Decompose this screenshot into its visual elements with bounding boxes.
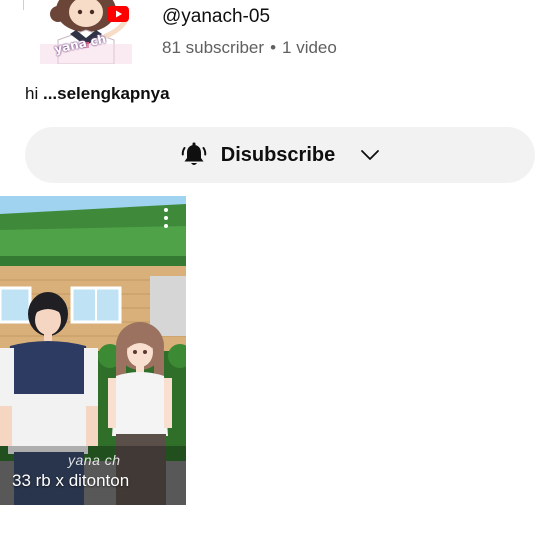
divider bbox=[23, 0, 24, 10]
youtube-logo-icon bbox=[107, 6, 129, 22]
channel-meta: 81 subscriber • 1 video bbox=[162, 38, 337, 58]
video-thumbnail-card[interactable]: yana ch 33 rb x ditonton bbox=[0, 196, 186, 505]
chevron-down-icon bbox=[359, 144, 381, 166]
channel-handle[interactable]: @yanach-05 bbox=[162, 6, 270, 28]
show-more-link[interactable]: ...selengkapnya bbox=[43, 84, 170, 103]
channel-header: yana ch @yanach-05 81 subscriber • 1 video bbox=[0, 0, 560, 72]
video-count: 1 video bbox=[282, 38, 337, 57]
view-count: 33 rb x ditonton bbox=[12, 471, 130, 490]
subscribed-button[interactable]: Disubscribe bbox=[25, 127, 535, 183]
description-text: hi bbox=[25, 84, 43, 103]
channel-description[interactable]: hi ...selengkapnya bbox=[25, 84, 170, 104]
meta-separator: • bbox=[270, 38, 277, 57]
subscriber-count: 81 subscriber bbox=[162, 38, 265, 57]
subscribe-label: Disubscribe bbox=[220, 143, 336, 166]
video-watermark: yana ch bbox=[68, 452, 121, 468]
bell-ringing-icon bbox=[179, 140, 209, 170]
more-vert-icon[interactable] bbox=[156, 204, 176, 232]
